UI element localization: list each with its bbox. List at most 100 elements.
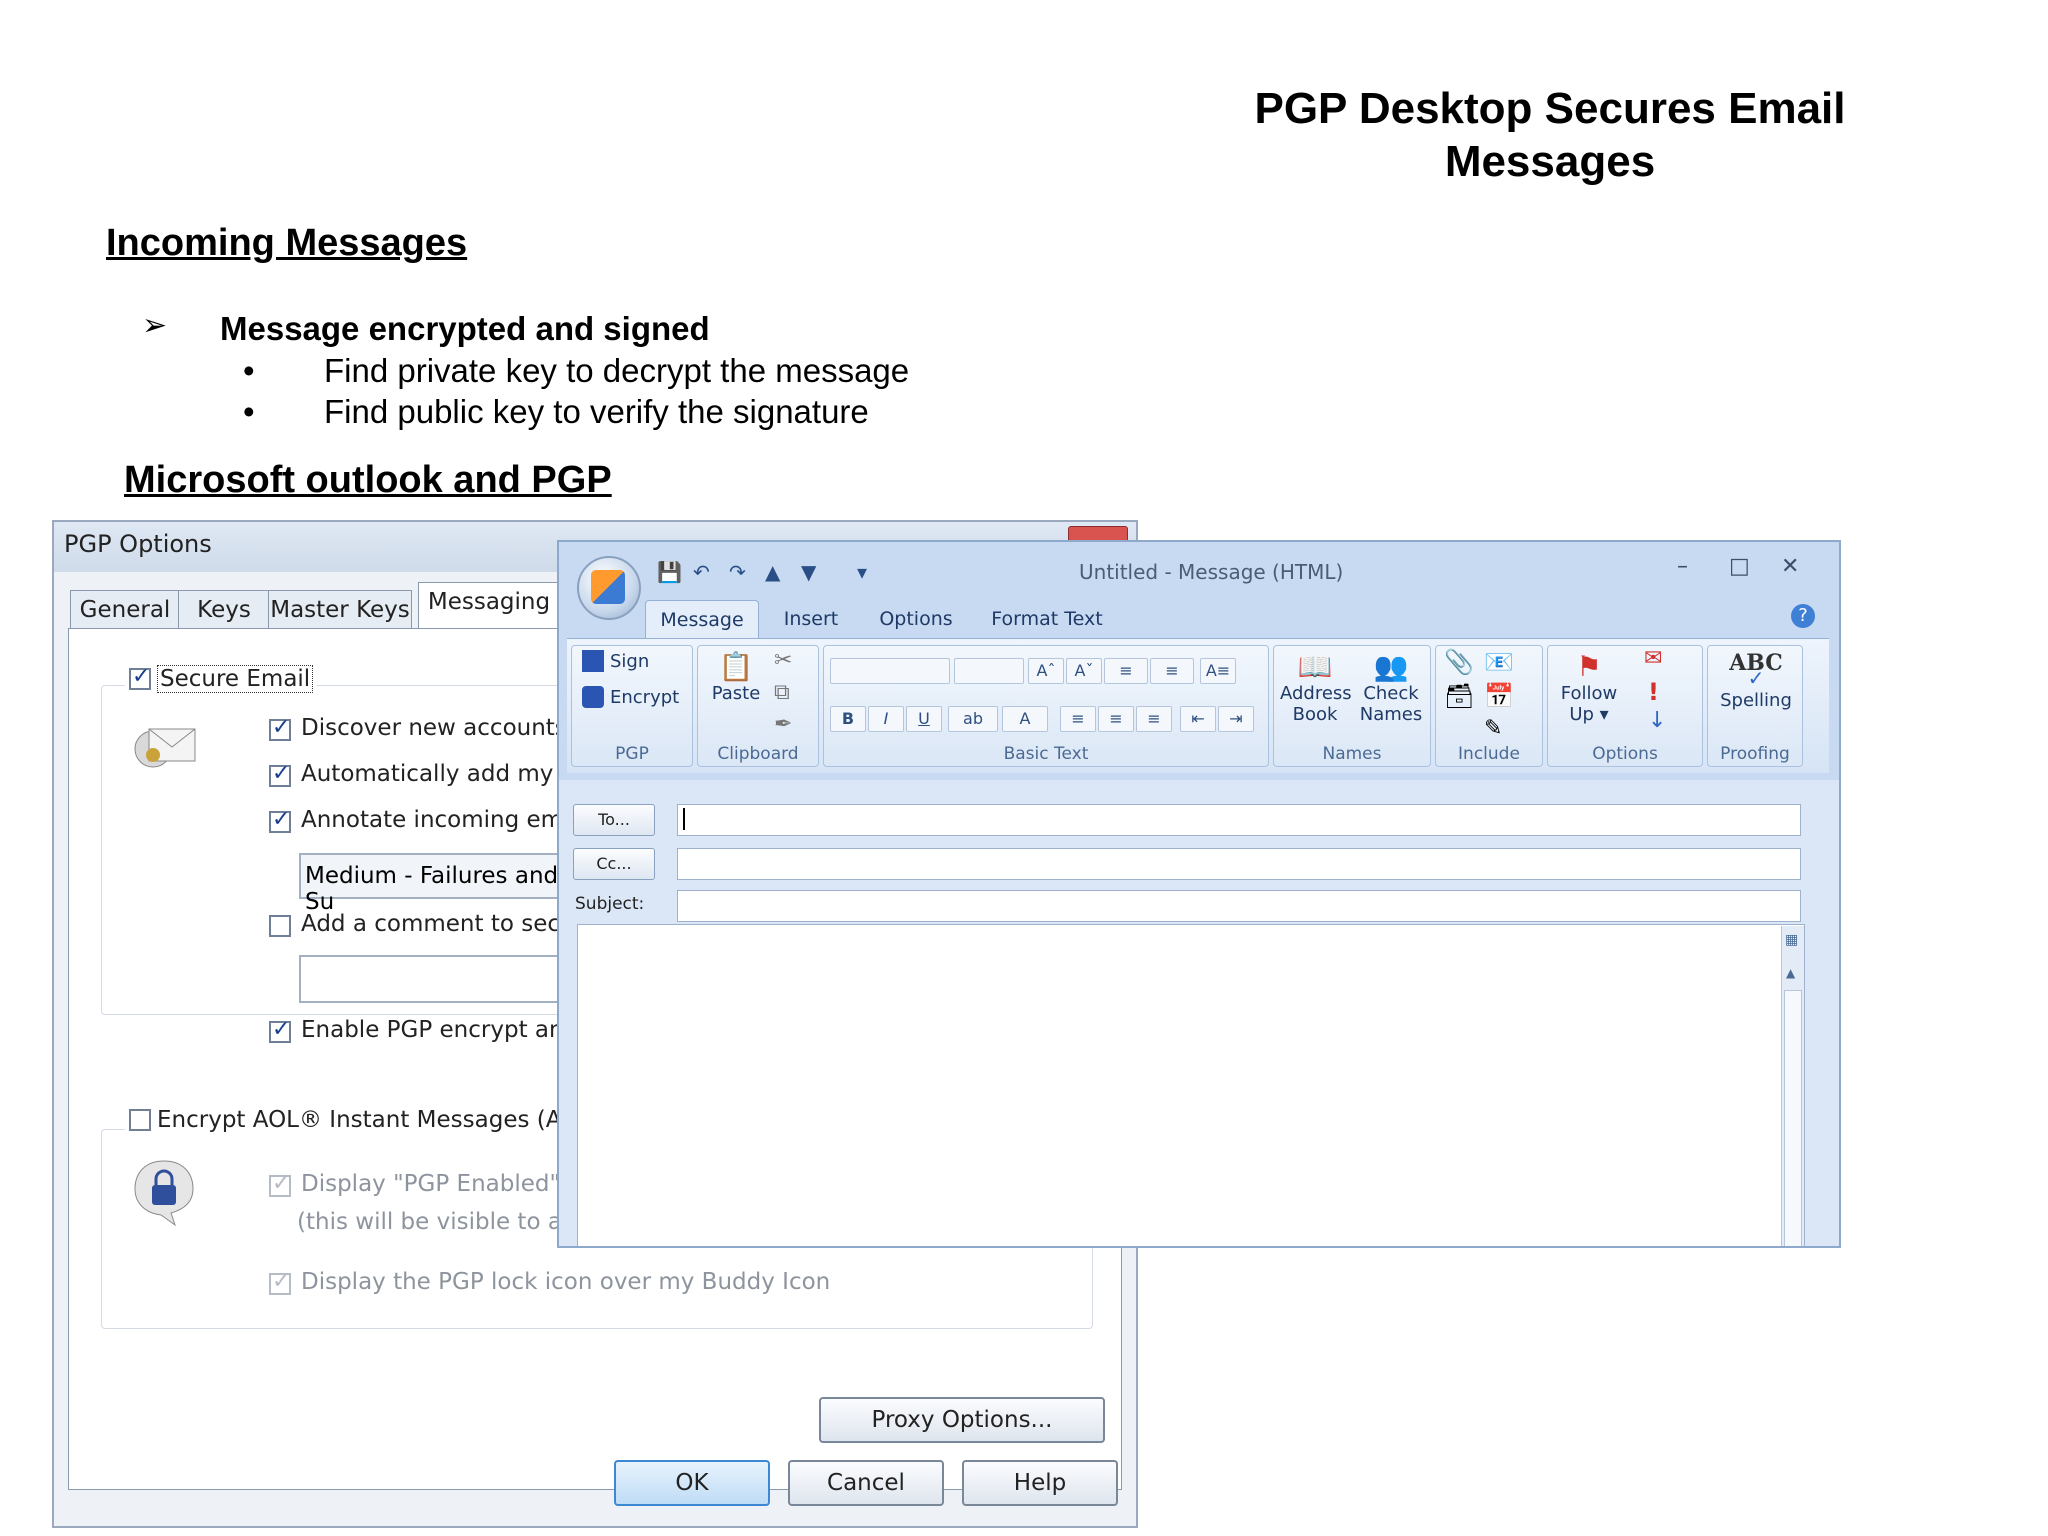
discover-accounts-checkbox[interactable] — [269, 715, 291, 741]
cut-icon[interactable]: ✂ — [774, 648, 792, 673]
tab-messaging[interactable]: Messaging — [418, 582, 560, 631]
decrease-indent-icon[interactable]: ⇤ — [1180, 706, 1216, 732]
aim-checkbox[interactable] — [129, 1109, 151, 1131]
proofing-group-label: Proofing — [1720, 744, 1790, 764]
comment-input[interactable] — [299, 955, 599, 1003]
secure-email-label: Secure Email — [157, 665, 314, 693]
pgp-enabled-checkbox[interactable] — [269, 1171, 291, 1197]
scroll-up-icon[interactable]: ▲ — [1786, 966, 1795, 980]
clipboard-group: 📋 Paste ✂ ⧉ ✒ Clipboard — [697, 645, 819, 767]
pgp-group: Sign Encrypt PGP — [571, 645, 693, 767]
ok-button[interactable]: OK — [614, 1460, 770, 1506]
paste-button[interactable]: 📋 Paste — [708, 650, 764, 704]
font-size-select[interactable] — [954, 658, 1024, 684]
help-button[interactable]: Help — [962, 1460, 1118, 1506]
spelling-button[interactable]: ABC ✓ Spelling — [1712, 650, 1800, 711]
tab-keys[interactable]: Keys — [178, 590, 270, 629]
low-importance-icon[interactable]: ↓ — [1648, 708, 1666, 733]
lock-icon-label: Display the PGP lock icon over my Buddy … — [301, 1269, 831, 1295]
customize-qat-icon[interactable]: ▾ — [857, 560, 867, 584]
aim-legend: Encrypt AOL® Instant Messages (AIM — [125, 1107, 593, 1133]
proofing-group: ABC ✓ Spelling Proofing — [1707, 645, 1803, 767]
subject-field[interactable] — [677, 890, 1801, 922]
secure-email-legend: Secure Email — [125, 664, 318, 693]
options-group-label: Options — [1592, 744, 1658, 764]
scrollbar[interactable]: ▦ ▲ — [1781, 926, 1804, 1246]
tab-master-keys[interactable]: Master Keys — [268, 590, 412, 629]
minimize-button[interactable]: – — [1677, 554, 1688, 579]
scroll-thumb[interactable] — [1784, 990, 1802, 1246]
lock-icon-checkbox[interactable] — [269, 1269, 291, 1295]
encrypt-button[interactable]: Encrypt — [582, 686, 679, 708]
numbering-icon[interactable]: ≡ — [1150, 658, 1194, 684]
tab-general[interactable]: General — [70, 590, 180, 629]
office-button[interactable] — [577, 556, 641, 620]
help-icon[interactable]: ? — [1791, 604, 1815, 628]
attach-file-icon[interactable]: 📎 — [1444, 648, 1474, 676]
annotate-checkbox[interactable] — [269, 807, 291, 833]
undo-icon[interactable]: ↶ — [693, 560, 710, 584]
copy-icon[interactable]: ⧉ — [774, 680, 790, 705]
check-names-icon: 👥 — [1373, 650, 1409, 683]
permission-icon[interactable]: ✉ — [1644, 646, 1662, 671]
text-cursor — [683, 808, 685, 830]
bullet-main: Message encrypted and signed — [220, 310, 710, 347]
chat-lock-icon — [131, 1157, 197, 1227]
heading-outlook-pgp: Microsoft outlook and PGP — [124, 459, 612, 501]
annotate-level-select[interactable]: Medium - Failures and Su — [299, 853, 599, 915]
to-field[interactable] — [677, 804, 1801, 836]
cc-field[interactable] — [677, 848, 1801, 880]
font-color-icon[interactable]: A — [1002, 706, 1048, 732]
ribbon: Sign Encrypt PGP 📋 Paste ✂ ⧉ ✒ Clipboard… — [567, 638, 1829, 773]
secure-email-checkbox[interactable] — [129, 664, 151, 690]
cancel-button[interactable]: Cancel — [788, 1460, 944, 1506]
format-painter-icon[interactable]: ✒ — [774, 712, 792, 737]
maximize-button[interactable]: □ — [1729, 554, 1750, 579]
bullets-icon[interactable]: ≡ — [1104, 658, 1148, 684]
address-book-button[interactable]: 📖 Address Book — [1280, 650, 1352, 725]
sign-icon — [582, 650, 604, 672]
check-names-button[interactable]: 👥 Check Names — [1356, 650, 1426, 725]
sign-button[interactable]: Sign — [582, 650, 649, 672]
close-button[interactable]: ✕ — [1781, 554, 1799, 579]
signature-icon[interactable]: ✎ — [1484, 716, 1502, 741]
align-center-icon[interactable]: ≡ — [1098, 706, 1134, 732]
tab-insert[interactable]: Insert — [771, 600, 851, 638]
shrink-font-icon[interactable]: Aˇ — [1066, 658, 1102, 684]
down-arrow-icon[interactable]: ▼ — [801, 560, 816, 584]
redo-icon[interactable]: ↷ — [729, 560, 746, 584]
discover-accounts-label: Discover new accounts — [301, 715, 567, 741]
save-icon[interactable]: 💾 — [657, 560, 682, 584]
align-right-icon[interactable]: ≡ — [1136, 706, 1172, 732]
message-body[interactable] — [577, 924, 1805, 1246]
names-group-label: Names — [1322, 744, 1382, 764]
align-left-icon[interactable]: ≡ — [1060, 706, 1096, 732]
italic-icon[interactable]: I — [868, 706, 904, 732]
tab-options[interactable]: Options — [869, 600, 963, 638]
grow-font-icon[interactable]: Aˆ — [1028, 658, 1064, 684]
subject-label: Subject: — [575, 894, 645, 914]
font-select[interactable] — [830, 658, 950, 684]
enable-encrypt-checkbox[interactable] — [269, 1017, 291, 1043]
ruler-icon[interactable]: ▦ — [1785, 932, 1798, 948]
follow-up-button[interactable]: ⚑ Follow Up ▾ — [1552, 650, 1626, 725]
tab-message[interactable]: Message — [645, 600, 759, 639]
underline-icon[interactable]: U — [906, 706, 942, 732]
to-button[interactable]: To... — [573, 804, 655, 836]
proxy-options-button[interactable]: Proxy Options... — [819, 1397, 1105, 1443]
calendar-icon[interactable]: 📅 — [1484, 682, 1514, 710]
bold-icon[interactable]: B — [830, 706, 866, 732]
basic-text-group-label: Basic Text — [1003, 744, 1089, 764]
highlight-icon[interactable]: ab — [948, 706, 998, 732]
increase-indent-icon[interactable]: ⇥ — [1218, 706, 1254, 732]
high-importance-icon[interactable]: ! — [1648, 678, 1659, 706]
cc-button[interactable]: Cc... — [573, 848, 655, 880]
business-card-icon[interactable]: 🗃 — [1444, 682, 1474, 710]
auto-add-checkbox[interactable] — [269, 761, 291, 787]
add-comment-checkbox[interactable] — [269, 915, 291, 937]
arrow-bullet-icon: ➢ — [142, 308, 168, 343]
tab-format-text[interactable]: Format Text — [979, 600, 1115, 638]
up-arrow-icon[interactable]: ▲ — [765, 560, 780, 584]
attach-item-icon[interactable]: 📧 — [1484, 648, 1514, 676]
styles-icon[interactable]: A≡ — [1200, 658, 1236, 684]
